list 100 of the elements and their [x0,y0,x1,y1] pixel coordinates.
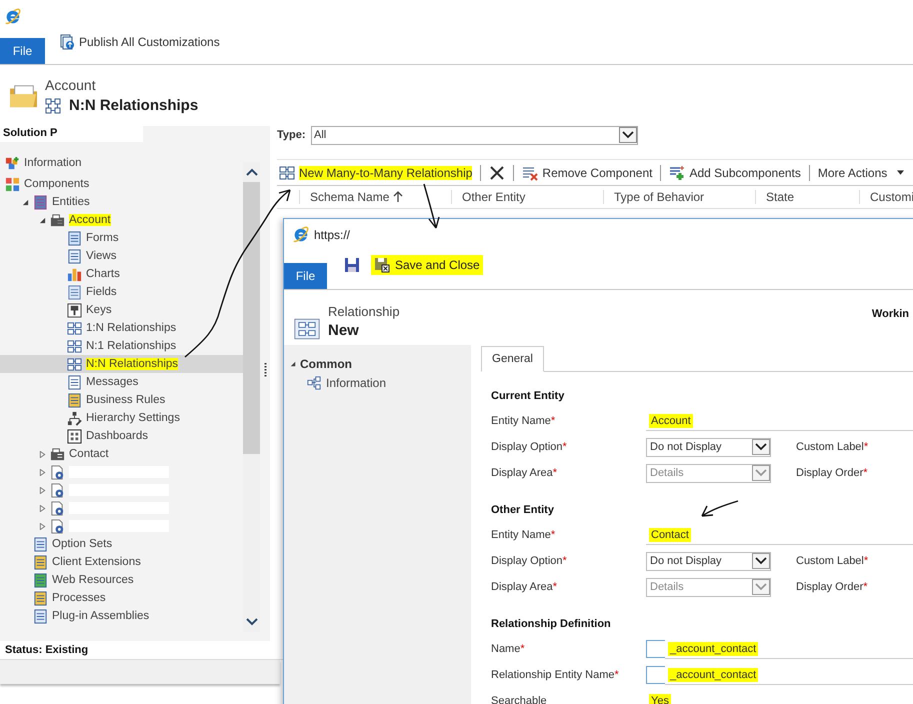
tree-item[interactable]: Components [24,178,90,190]
sort-arrow-icon [393,191,404,203]
tree-item[interactable]: Client Extensions [52,556,141,568]
tree-item[interactable]: N:1 Relationships [86,340,176,352]
scroll-up-icon[interactable] [246,168,258,176]
column-header[interactable]: State [756,190,860,204]
publish-button[interactable]: Publish All Customizations [59,34,220,50]
text-field[interactable]: Yes [646,692,913,704]
gear-document-icon [50,482,65,498]
type-dropdown[interactable]: All [311,126,638,144]
file-tab[interactable]: File [0,38,45,64]
expander-icon[interactable] [39,486,46,494]
prefix-field[interactable] [646,640,665,658]
column-header[interactable]: Type of Behavior [604,190,756,204]
status-label: Workin [872,308,909,320]
text-field[interactable]: Contact [646,526,913,544]
relationship-icon [67,320,82,336]
column-header[interactable]: Schema Name [300,190,452,204]
splitter-grip-icon[interactable] [264,362,266,378]
expander-icon[interactable] [22,198,29,206]
dropdown-field[interactable]: Do not Display [646,438,771,456]
relationship-form-icon [294,316,320,342]
relationship-icon [67,356,82,372]
tree-item[interactable]: Web Resources [52,574,134,586]
browser-e-icon [4,8,22,26]
tree-item[interactable]: Option Sets [52,538,112,550]
more-actions-menu[interactable]: More Actions [816,166,906,180]
scrollbar-thumb[interactable] [243,182,260,454]
nav-item[interactable]: Information [284,371,471,390]
relationship-icon [45,98,61,114]
gear-document-icon [50,500,65,516]
column-header[interactable]: Other Entity [452,190,604,204]
tree-item[interactable]: Forms [86,232,119,244]
text-field[interactable]: _account_contact [665,640,913,658]
hierarchy-icon [67,410,82,426]
expander-icon[interactable] [39,450,46,458]
relationship-icon [279,164,295,180]
expander-icon[interactable] [290,361,296,367]
scroll-down-icon[interactable] [246,618,258,626]
field-label: Display Order* [796,581,868,593]
tree-item[interactable]: Messages [86,376,138,388]
nav-group-label[interactable]: Common [300,357,352,371]
expander-icon[interactable] [39,522,46,530]
browser-e-icon [292,226,310,244]
globe-document-icon [33,572,48,588]
field-label: Display Order* [796,467,868,479]
tree-item[interactable]: Business Rules [86,394,166,406]
tree-item[interactable]: Plug-in Assemblies [52,610,150,622]
field-label: Name* [491,643,526,655]
document-icon [33,554,48,570]
tree-item[interactable]: Contact [69,448,109,460]
tree-item[interactable]: Fields [86,286,117,298]
type-label: Type: [277,129,307,141]
record-type: Relationship [328,304,400,319]
column-header[interactable]: Customi [860,190,913,204]
field-label: Display Option* [491,441,568,453]
text-field[interactable]: Account [646,412,913,430]
list-icon [33,536,48,552]
record-title: New [328,322,360,339]
file-tab[interactable]: File [284,263,327,289]
tree-item[interactable]: Keys [86,304,112,316]
section-title: Relationship Definition [491,618,611,630]
tree-item[interactable]: Dashboards [86,430,148,442]
plug-icon [33,608,48,624]
tree-item[interactable]: Account [69,214,111,226]
dropdown-field[interactable]: Do not Display [646,552,771,570]
selected-tree-row[interactable]: N:N Relationships [0,355,243,373]
form-icon [67,230,82,246]
close-icon [489,164,506,180]
add-icon [669,164,686,180]
caret-icon [897,170,904,175]
remove-icon [522,164,538,180]
tree-item[interactable]: 1:N Relationships [86,322,176,334]
entity-icon [50,212,65,228]
tree-item[interactable]: Charts [86,268,120,280]
tree-item[interactable]: Hierarchy Settings [86,412,180,424]
text-field[interactable]: _account_contact [665,666,913,684]
toolbar-button[interactable]: Remove Component [520,164,654,180]
expander-icon[interactable] [39,216,46,224]
folder-icon [9,83,39,109]
save-and-close-button[interactable]: Save and Close [371,255,483,275]
tree-item[interactable]: N:N Relationships [86,358,178,370]
tree-item[interactable]: Processes [52,592,106,604]
tree-item[interactable]: Entities [52,196,90,208]
tiles-icon [5,176,20,192]
form-tab[interactable]: General [481,346,544,372]
expander-icon[interactable] [39,504,46,512]
toolbar-button[interactable]: Add Subcomponents [667,164,803,180]
section-title: Other Entity [491,504,554,516]
relationship-icon [307,376,321,390]
address-text: https:// [314,228,350,242]
list-icon [67,284,82,300]
expander-icon[interactable] [39,468,46,476]
save-close-icon [374,257,390,273]
prefix-field[interactable] [646,666,665,684]
bar-chart-icon [67,266,82,282]
key-icon [67,302,82,318]
tree-item[interactable]: Information [24,157,82,169]
status-text: Status: Existing [5,644,88,656]
tree-item[interactable]: Views [86,250,116,262]
